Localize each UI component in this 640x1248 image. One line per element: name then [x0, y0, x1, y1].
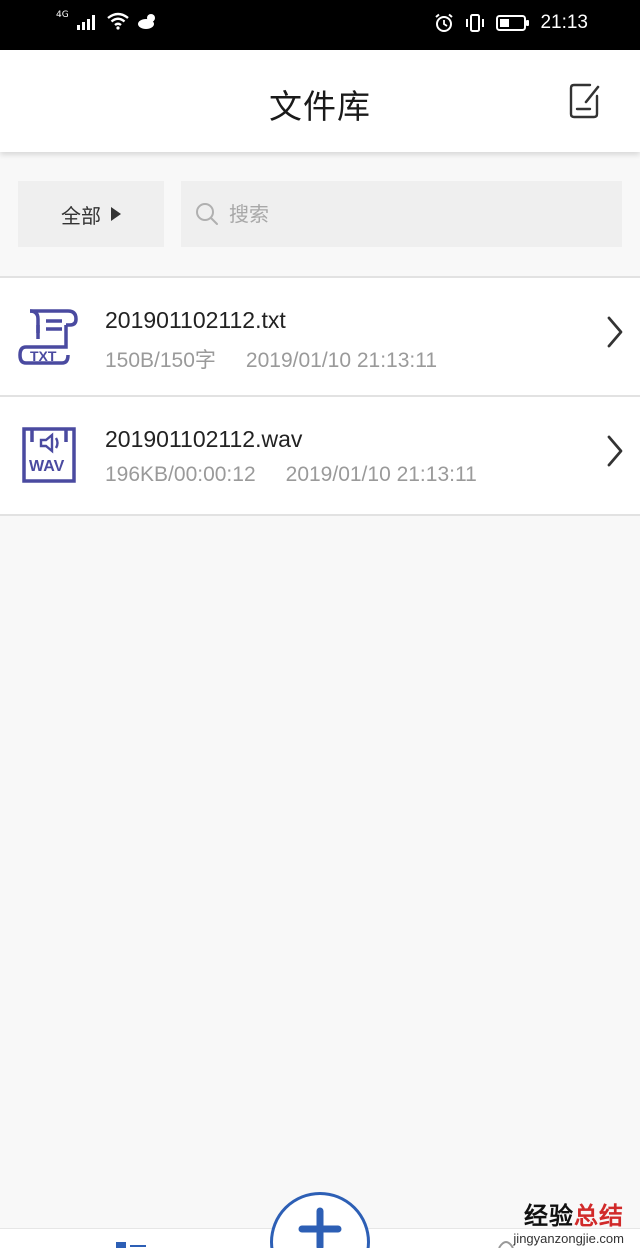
wifi-icon [106, 12, 129, 30]
search-input[interactable] [229, 202, 589, 226]
alarm-icon [435, 13, 454, 32]
edit-note-icon [569, 83, 600, 119]
file-date: 2019/01/10 21:13:11 [285, 463, 477, 486]
signal-icon [76, 15, 95, 30]
plus-icon [298, 1207, 342, 1248]
file-name: 201901102112.wav [105, 426, 303, 452]
add-button[interactable] [270, 1192, 370, 1248]
watermark: 经验总结 jingyanzongjie.com [513, 1196, 624, 1246]
battery-icon [496, 15, 530, 31]
vibrate-icon [466, 14, 485, 32]
page-title: 文件库 [269, 87, 371, 126]
chevron-right-icon [607, 435, 623, 467]
file-row-wav[interactable]: WAV 201901102112.wav 196KB/00:00:12 2019/… [0, 397, 640, 516]
network-type: 4G [56, 10, 69, 20]
file-size: 196KB/00:00:12 [105, 463, 256, 486]
search-icon [196, 203, 218, 225]
status-bar: 4G 21:13 [0, 0, 640, 50]
category-filter-button[interactable]: 全部 [18, 181, 164, 247]
search-bar[interactable] [181, 181, 622, 247]
file-date: 2019/01/10 21:13:11 [245, 349, 438, 372]
txt-icon-label: TXT [30, 348, 57, 364]
tab-files-icon[interactable] [116, 1240, 146, 1248]
status-left: 4G [56, 10, 159, 30]
status-right: 21:13 [434, 12, 588, 34]
file-meta: 196KB/00:00:12 2019/01/10 21:13:11 [105, 463, 477, 487]
file-name: 201901102112.txt [105, 307, 286, 333]
chevron-right-icon [607, 316, 623, 348]
watermark-url: jingyanzongjie.com [513, 1231, 624, 1246]
edit-note-button[interactable] [568, 82, 602, 120]
file-size: 150B/150字 [105, 349, 216, 372]
weather-icon [137, 14, 155, 29]
file-list: TXT 201901102112.txt 150B/150字 2019/01/10… [0, 276, 640, 516]
watermark-logo: 经验总结 [524, 1202, 624, 1230]
txt-file-icon: TXT [18, 309, 78, 365]
file-meta: 150B/150字 2019/01/10 21:13:11 [105, 344, 437, 374]
wav-file-icon: WAV [22, 427, 76, 483]
triangle-right-icon [111, 207, 121, 221]
clock: 21:13 [540, 12, 588, 33]
filter-label: 全部 [61, 203, 101, 228]
file-row-txt[interactable]: TXT 201901102112.txt 150B/150字 2019/01/10… [0, 278, 640, 397]
wav-icon-label: WAV [29, 458, 65, 475]
app-header: 文件库 [0, 50, 640, 152]
